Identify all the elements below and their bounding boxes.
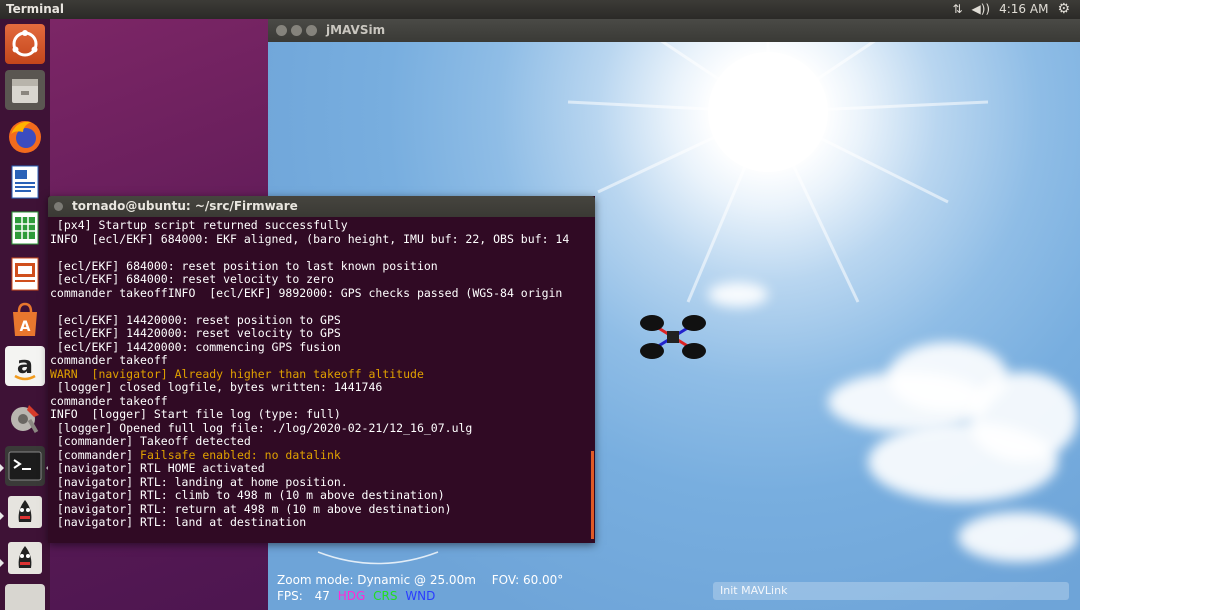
terminal-scrollbar[interactable]	[591, 451, 594, 539]
terminal-icon[interactable]	[5, 446, 45, 486]
cloud	[968, 372, 1078, 462]
terminal-line: [navigator] RTL: land at destination	[50, 515, 307, 529]
settings-gear-icon[interactable]: ⚙	[1057, 1, 1070, 17]
terminal-line: [navigator] RTL: return at 498 m (10 m a…	[50, 501, 452, 516]
mavlink-status: Init MAVLink	[713, 582, 1069, 600]
minimize-button[interactable]	[291, 25, 302, 36]
svg-text:A: A	[20, 319, 31, 335]
terminal-line: [commander] Failsafe enabled: no datalin…	[50, 447, 341, 462]
amazon-icon[interactable]: a	[5, 346, 45, 386]
hud-fps-line: FPS: 47 HDG CRS WND	[277, 589, 439, 603]
terminal-line: INFO [ecl/EKF] 684000: EKF aligned, (bar…	[50, 231, 570, 246]
top-panel: Terminal ⇅ ◀)) 4:16 AM ⚙	[0, 0, 1080, 19]
maximize-button[interactable]	[306, 25, 317, 36]
network-icon[interactable]: ⇅	[952, 2, 962, 16]
terminal-line: [ecl/EKF] 14420000: reset velocity to GP…	[50, 326, 341, 340]
terminal-line: [navigator] RTL: climb to 498 m (10 m ab…	[50, 488, 445, 502]
quadcopter-icon	[640, 315, 706, 359]
writer-icon[interactable]	[5, 162, 45, 202]
clock[interactable]: 4:16 AM	[999, 2, 1048, 16]
terminal-line: [ecl/EKF] 684000: reset position to last…	[50, 258, 438, 273]
firefox-icon[interactable]	[5, 116, 45, 156]
hud-wnd: WND	[405, 589, 436, 603]
cloud	[708, 282, 768, 307]
terminal-line: [commander] Takeoff detected	[50, 434, 251, 448]
hud-zoom: Zoom mode: Dynamic @ 25.00m	[277, 573, 476, 587]
sound-icon[interactable]: ◀))	[972, 2, 991, 16]
system-settings-icon[interactable]	[5, 397, 45, 437]
terminal-line: [logger] Opened full log file: ./log/202…	[50, 420, 473, 435]
terminal-line: [ecl/EKF] 684000: reset velocity to zero	[50, 272, 334, 286]
terminal-title: tornado@ubuntu: ~/src/Firmware	[72, 199, 298, 213]
terminal-titlebar[interactable]: tornado@ubuntu: ~/src/Firmware	[48, 196, 595, 217]
close-button[interactable]	[276, 25, 287, 36]
hud-zoom-line: Zoom mode: Dynamic @ 25.00m FOV: 60.00°	[277, 573, 567, 587]
active-app-title: Terminal	[6, 2, 65, 16]
trash-icon[interactable]	[5, 584, 45, 610]
window-title: jMAVSim	[326, 23, 386, 37]
terminal-line: INFO [logger] Start file log (type: full…	[50, 407, 341, 421]
hud-fps-label: FPS:	[277, 589, 303, 603]
terminal-line: [ecl/EKF] 14420000: commencing GPS fusio…	[50, 339, 341, 354]
launcher: A a	[0, 19, 50, 610]
terminal-line: [px4] Startup script returned successful…	[50, 219, 348, 232]
mavlink-status-text: Init MAVLink	[720, 584, 788, 597]
system-tray: ⇅ ◀)) 4:16 AM ⚙	[952, 1, 1070, 17]
software-center-icon[interactable]: A	[5, 300, 45, 340]
hud-fps-value: 47	[314, 589, 330, 603]
hud-crs: CRS	[373, 589, 398, 603]
terminal-line: [navigator] RTL: landing at home positio…	[50, 474, 348, 489]
terminal-line: commander takeoff	[50, 393, 168, 408]
terminal-line: [navigator] RTL HOME activated	[50, 461, 265, 475]
impress-icon[interactable]	[5, 254, 45, 294]
files-icon[interactable]	[5, 70, 45, 110]
amazon-letter: a	[17, 351, 33, 379]
java-app-icon[interactable]	[5, 492, 45, 532]
terminal-output[interactable]: [px4] Startup script returned successful…	[50, 219, 590, 541]
terminal-line: [ecl/EKF] 14420000: reset position to GP…	[50, 312, 341, 327]
terminal-window: tornado@ubuntu: ~/src/Firmware [px4] Sta…	[48, 196, 595, 543]
terminal-running-indicator	[0, 464, 4, 472]
ubuntu-dash-icon[interactable]	[5, 24, 45, 64]
java-running-indicator	[0, 512, 4, 520]
terminal-line: WARN [navigator] Already higher than tak…	[50, 366, 424, 381]
cloud	[958, 512, 1078, 562]
hud-hdg: HDG	[337, 589, 366, 603]
java2-running-indicator	[0, 559, 4, 567]
calc-icon[interactable]	[5, 208, 45, 248]
hud-fov: FOV: 60.00°	[491, 573, 564, 587]
terminal-close-button[interactable]	[54, 202, 63, 211]
terminal-line: commander takeoffINFO [ecl/EKF] 9892000:…	[50, 285, 563, 300]
jmavsim-titlebar: jMAVSim	[268, 19, 1080, 42]
java-app-icon-2[interactable]	[5, 538, 45, 578]
terminal-line: [logger] closed logfile, bytes written: …	[50, 380, 383, 394]
terminal-line: commander takeoff	[50, 353, 168, 367]
